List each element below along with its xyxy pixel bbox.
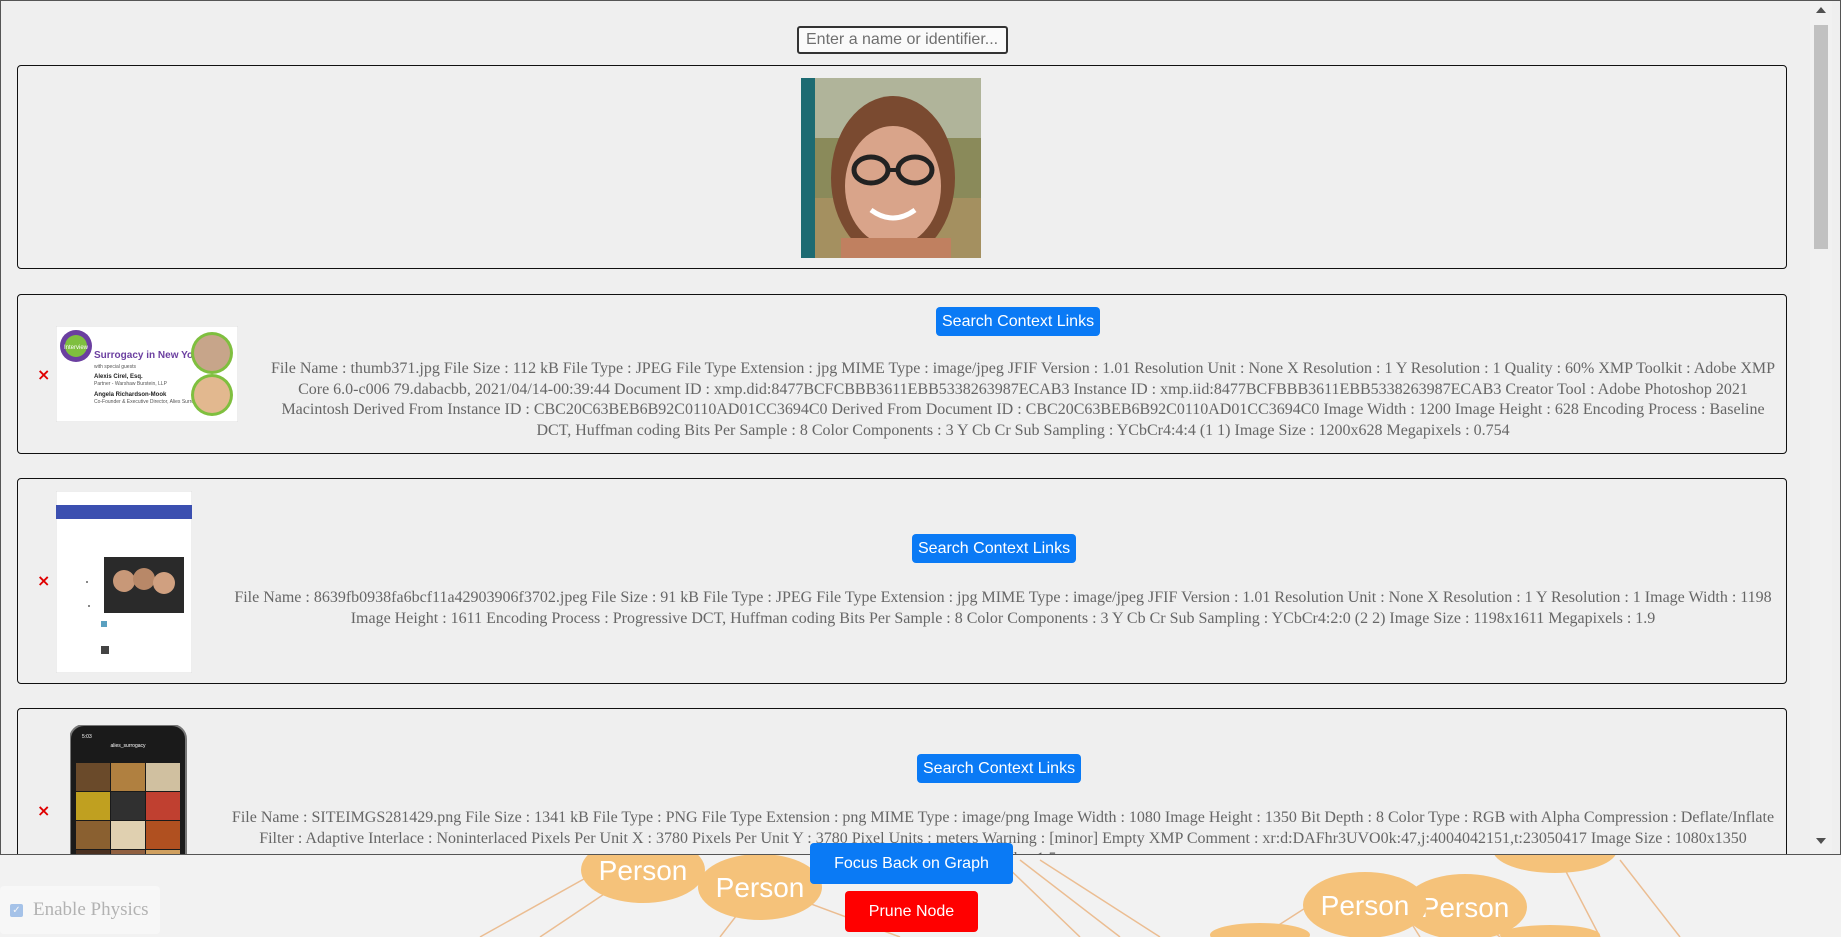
remove-result-button[interactable]: × xyxy=(37,803,50,819)
result-card: × 5:03 alies_surrogacy Search Context Li… xyxy=(17,708,1787,855)
graph-edge xyxy=(1019,859,1121,937)
graph-edge xyxy=(1039,859,1161,937)
svg-text:Angela Richardson-Mook: Angela Richardson-Mook xyxy=(94,392,167,398)
search-results-panel[interactable]: × Interview Surrogacy in New York with s… xyxy=(0,0,1841,855)
graph-edge xyxy=(1619,859,1681,937)
scroll-down-arrow-icon[interactable] xyxy=(1816,838,1826,844)
search-input[interactable] xyxy=(797,26,1008,54)
graph-node[interactable] xyxy=(1500,925,1600,937)
svg-text:Person: Person xyxy=(599,855,688,886)
remove-result-button[interactable]: × xyxy=(37,573,50,589)
graph-node[interactable] xyxy=(1210,923,1310,937)
result-card: × Interview Surrogacy in New York with s… xyxy=(17,294,1787,454)
result-thumbnail[interactable]: 5:03 alies_surrogacy xyxy=(70,725,188,855)
scroll-up-arrow-icon[interactable] xyxy=(1816,7,1826,13)
svg-text:Surrogacy in New York: Surrogacy in New York xyxy=(94,350,203,361)
physics-checkbox[interactable]: ✓ xyxy=(10,903,23,917)
svg-text:Partner - Warshaw Burstein, LL: Partner - Warshaw Burstein, LLP xyxy=(94,381,168,387)
result-card: × Search Context Links File Name : 8639f… xyxy=(17,478,1787,684)
scrollbar[interactable] xyxy=(1810,1,1832,854)
remove-result-button[interactable]: × xyxy=(37,367,50,383)
profile-photo xyxy=(801,78,981,258)
svg-text:Alexis Cirel, Esq.: Alexis Cirel, Esq. xyxy=(94,374,143,380)
profile-photo-card xyxy=(17,65,1787,269)
svg-text:Co-Founder & Executive Directo: Co-Founder & Executive Director, Alies S… xyxy=(94,399,205,405)
svg-text:Person: Person xyxy=(1321,890,1410,921)
graph-node[interactable]: Person xyxy=(1303,872,1427,937)
svg-text:Interview: Interview xyxy=(64,345,89,351)
search-context-links-button[interactable]: Search Context Links xyxy=(912,534,1077,563)
scrollbar-thumb[interactable] xyxy=(1814,25,1828,249)
enable-physics-toggle[interactable]: ✓ Enable Physics xyxy=(0,886,160,934)
svg-text:with special guests: with special guests xyxy=(94,364,136,370)
graph-edge xyxy=(479,869,601,937)
svg-text:5:03: 5:03 xyxy=(82,734,92,740)
graph-node[interactable]: Person xyxy=(698,854,822,920)
search-context-links-button[interactable]: Search Context Links xyxy=(936,307,1101,336)
result-thumbnail[interactable]: Interview Surrogacy in New York with spe… xyxy=(56,326,238,422)
svg-text:alies_surrogacy: alies_surrogacy xyxy=(110,743,146,749)
file-metadata: File Name : 8639fb0938fa6bcf11a42903906f… xyxy=(234,589,1772,627)
file-metadata: File Name : thumb371.jpg File Size : 112… xyxy=(270,360,1776,439)
svg-text:Person: Person xyxy=(1421,892,1510,923)
search-context-links-button[interactable]: Search Context Links xyxy=(917,754,1082,783)
result-thumbnail[interactable] xyxy=(56,491,192,673)
prune-node-button[interactable]: Prune Node xyxy=(845,891,978,932)
focus-back-on-graph-button[interactable]: Focus Back on Graph xyxy=(810,843,1013,884)
svg-text:Person: Person xyxy=(716,872,805,903)
physics-label: Enable Physics xyxy=(33,899,149,920)
